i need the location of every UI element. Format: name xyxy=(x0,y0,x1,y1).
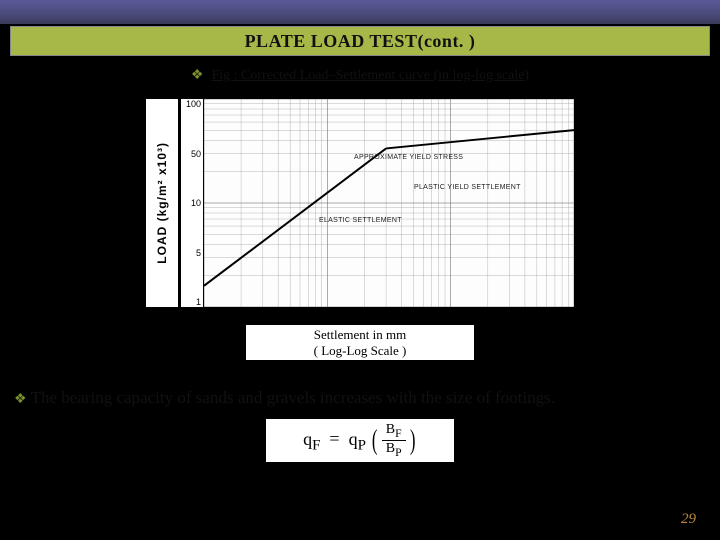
right-paren-icon: ) xyxy=(409,425,415,457)
chart-plot-area: APPROXIMATE YIELD STRESS PLASTIC YIELD S… xyxy=(203,98,575,308)
figure-caption-row: ❖ Fig : Corrected Load–Settlement curve … xyxy=(0,66,720,84)
xtick: 0.1 xyxy=(203,308,223,318)
chart-svg xyxy=(204,99,574,307)
figure-caption: Fig : Corrected Load–Settlement curve (i… xyxy=(211,68,529,83)
ytick: 5 xyxy=(196,248,201,258)
xtick: 50 xyxy=(496,308,516,318)
body-text-row: ❖ The bearing capacity of sands and grave… xyxy=(14,387,706,408)
ytick: 1 xyxy=(196,297,201,307)
x-axis-ticks: 0.1 0.5 1 5 10 50 100 xyxy=(203,308,575,318)
formula-fraction: BF BP xyxy=(382,422,406,459)
y-axis-ticks: 100 50 10 5 1 xyxy=(181,98,203,308)
ytick: 100 xyxy=(186,99,201,109)
left-paren-icon: ( xyxy=(372,425,378,457)
diamond-bullet-icon: ❖ xyxy=(191,68,204,83)
xtick: 0.5 xyxy=(262,308,282,318)
y-axis-label: LOAD (kg/m² x10³) xyxy=(155,142,169,264)
slide-title: PLATE LOAD TEST(cont. ) xyxy=(245,31,476,52)
formula-rhs-coeff: qP xyxy=(349,429,366,449)
annotation-yield-stress: APPROXIMATE YIELD STRESS xyxy=(354,154,463,162)
formula-lhs: qF xyxy=(303,429,320,449)
xtick: 10 xyxy=(438,308,458,318)
annotation-plastic: PLASTIC YIELD SETTLEMENT xyxy=(414,184,521,192)
body-text: The bearing capacity of sands and gravel… xyxy=(31,388,555,407)
xtick: 5 xyxy=(379,308,399,318)
y-axis-label-box: LOAD (kg/m² x10³) xyxy=(145,98,179,308)
header-gradient-band xyxy=(0,0,720,24)
x-axis-label-line1: Settlement in mm xyxy=(250,327,470,343)
xtick: 1 xyxy=(320,308,340,318)
diamond-bullet-icon: ❖ xyxy=(14,392,27,407)
x-axis-label-box: Settlement in mm ( Log-Log Scale ) xyxy=(245,324,475,361)
annotation-elastic: ELASTIC SETTLEMENT xyxy=(319,217,402,225)
x-axis-label-line2: ( Log-Log Scale ) xyxy=(250,343,470,359)
title-bar: PLATE LOAD TEST(cont. ) xyxy=(10,26,710,56)
plastic-line xyxy=(386,130,574,148)
chart-container: LOAD (kg/m² x10³) 100 50 10 5 1 xyxy=(145,98,575,361)
page-number: 29 xyxy=(681,511,696,528)
xtick: 100 xyxy=(555,308,575,318)
ytick: 50 xyxy=(191,149,201,159)
ytick: 10 xyxy=(191,198,201,208)
formula-box: qF = qP ( BF BP ) xyxy=(265,418,455,463)
